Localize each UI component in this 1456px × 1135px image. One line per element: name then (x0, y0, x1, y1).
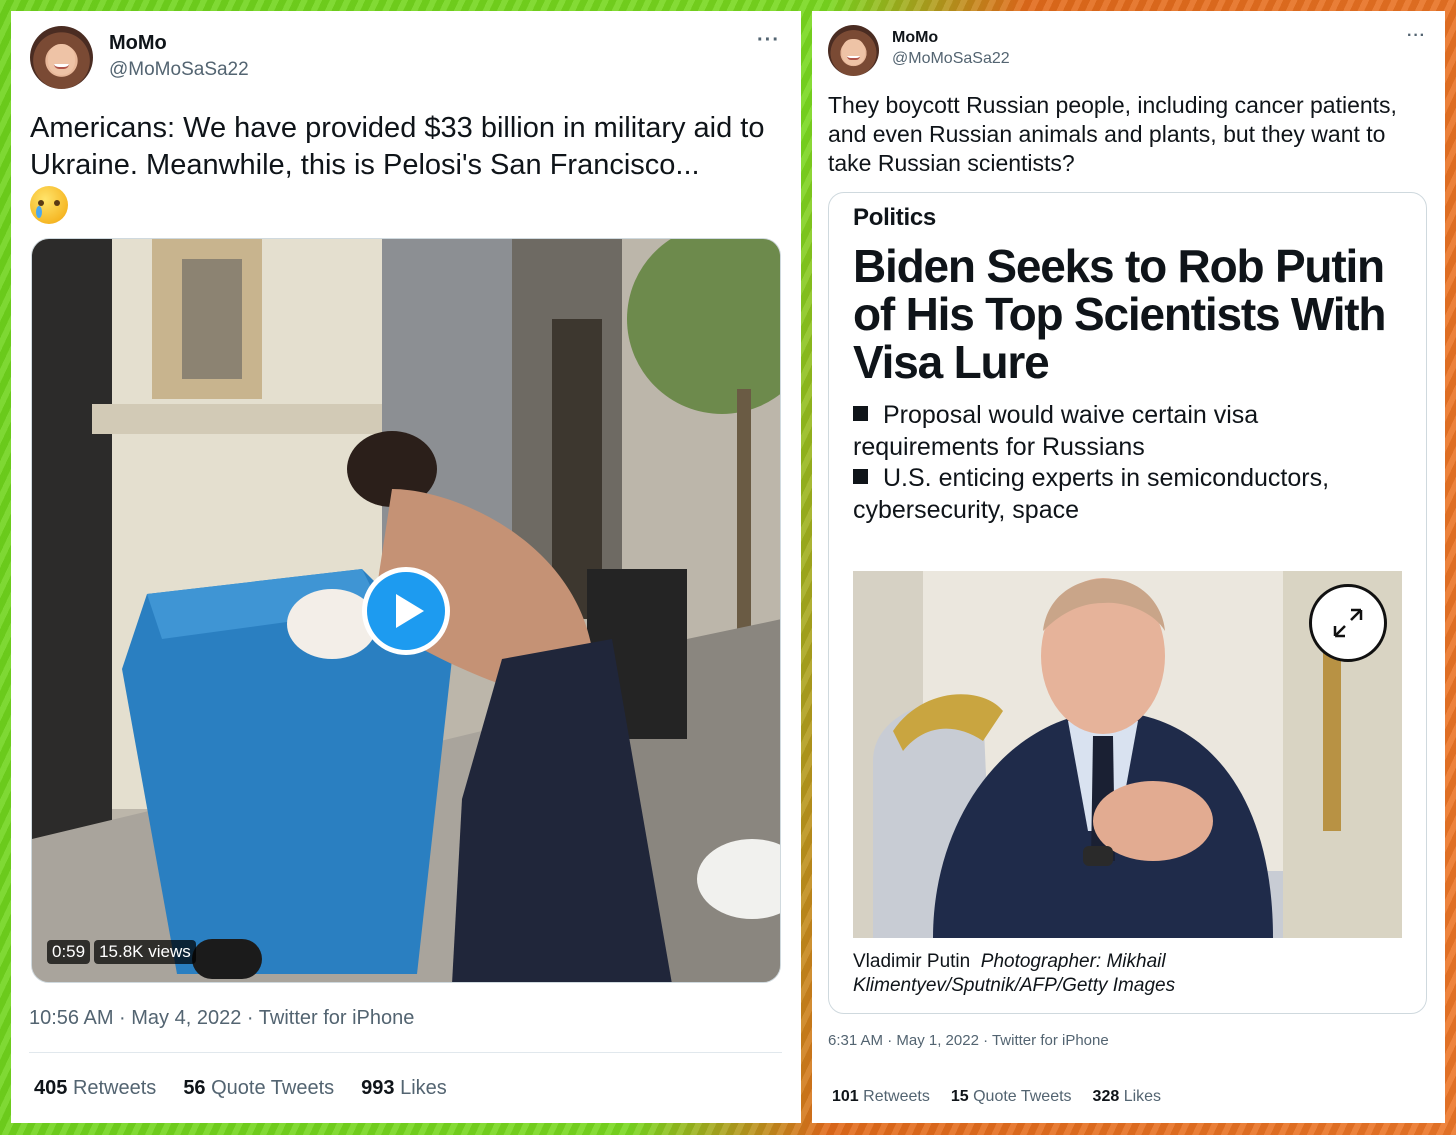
video-stats: 0:59 15.8K views (47, 940, 196, 964)
video-views: 15.8K views (94, 940, 196, 964)
tweet-stats: 405 Retweets 56 Quote Tweets 993 Likes (34, 1077, 447, 1100)
retweets-label: Retweets (72, 1077, 157, 1099)
right-tweet-card: MoMo @MoMoSaSa22 ··· They boycott Russia… (812, 11, 1445, 1123)
bullet-text: Proposal would waive certain visa requir… (853, 401, 1259, 461)
retweets-label: Retweets (863, 1088, 930, 1105)
quote-tweets-count: 15 (950, 1088, 969, 1105)
avatar-smile (847, 55, 860, 60)
avatar[interactable] (30, 26, 93, 89)
avatar-face (842, 39, 865, 65)
more-options-icon[interactable]: ··· (757, 29, 780, 52)
caption-subject: Vladimir Putin (853, 951, 971, 972)
tweet-text: They boycott Russian people, including c… (828, 92, 1397, 176)
article-photo (853, 571, 1402, 938)
avatar-face (47, 43, 76, 76)
article-bullet: U.S. enticing experts in semiconductors,… (853, 462, 1403, 526)
crying-face-icon (30, 186, 68, 224)
display-name[interactable]: MoMo (109, 32, 167, 55)
user-handle[interactable]: @MoMoSaSa22 (109, 59, 249, 81)
likes-count: 993 (361, 1077, 395, 1099)
quote-tweets-stat[interactable]: 56 Quote Tweets (183, 1077, 334, 1100)
photo-caption: Vladimir Putin Photographer: Mikhail Kli… (853, 950, 1413, 998)
bullet-text: U.S. enticing experts in semiconductors,… (853, 464, 1330, 524)
likes-stat[interactable]: 328 Likes (1093, 1088, 1162, 1106)
tweet-stats: 101 Retweets 15 Quote Tweets 328 Likes (832, 1088, 1161, 1106)
expand-arrows (1333, 608, 1363, 638)
tweet-timestamp[interactable]: 10:56 AM · May 4, 2022 · Twitter for iPh… (29, 1007, 414, 1030)
quote-tweets-stat[interactable]: 15 Quote Tweets (951, 1088, 1072, 1106)
user-handle[interactable]: @MoMoSaSa22 (892, 50, 1010, 68)
retweets-count: 101 (832, 1088, 859, 1105)
display-name[interactable]: MoMo (892, 29, 938, 47)
article-section: Politics (853, 204, 936, 231)
likes-count: 328 (1092, 1088, 1120, 1105)
article-headline: Biden Seeks to Rob Putin of His Top Scie… (853, 240, 1387, 388)
divider (29, 1052, 782, 1053)
retweets-count: 405 (34, 1077, 68, 1099)
likes-stat[interactable]: 993 Likes (361, 1077, 447, 1100)
more-options-icon[interactable]: ··· (1407, 27, 1426, 45)
avatar[interactable] (828, 25, 879, 76)
bullet-square-icon (853, 469, 868, 484)
likes-label: Likes (1123, 1088, 1162, 1105)
tweet-text-container: Americans: We have provided $33 billion … (30, 110, 790, 224)
embedded-article-image[interactable]: Politics Biden Seeks to Rob Putin of His… (828, 192, 1427, 1014)
article-bullet: Proposal would waive certain visa requir… (853, 399, 1403, 463)
expand-icon[interactable] (1309, 584, 1387, 662)
quote-tweets-label: Quote Tweets (973, 1088, 1072, 1105)
retweets-stat[interactable]: 101 Retweets (832, 1088, 930, 1106)
retweets-stat[interactable]: 405 Retweets (34, 1077, 156, 1100)
tweet-timestamp[interactable]: 6:31 AM · May 1, 2022 · Twitter for iPho… (828, 1032, 1109, 1049)
video-player[interactable]: 0:59 15.8K views (31, 238, 781, 983)
play-button[interactable] (362, 567, 450, 655)
likes-label: Likes (400, 1077, 447, 1099)
quote-tweets-label: Quote Tweets (211, 1077, 335, 1099)
video-duration: 0:59 (47, 940, 91, 964)
tweet-text: Americans: We have provided $33 billion … (30, 112, 765, 181)
play-icon (395, 594, 424, 628)
avatar-smile (53, 63, 70, 69)
bullet-square-icon (853, 406, 868, 421)
left-tweet-card: MoMo @MoMoSaSa22 ··· Americans: We have … (11, 11, 801, 1123)
quote-tweets-count: 56 (183, 1077, 206, 1099)
